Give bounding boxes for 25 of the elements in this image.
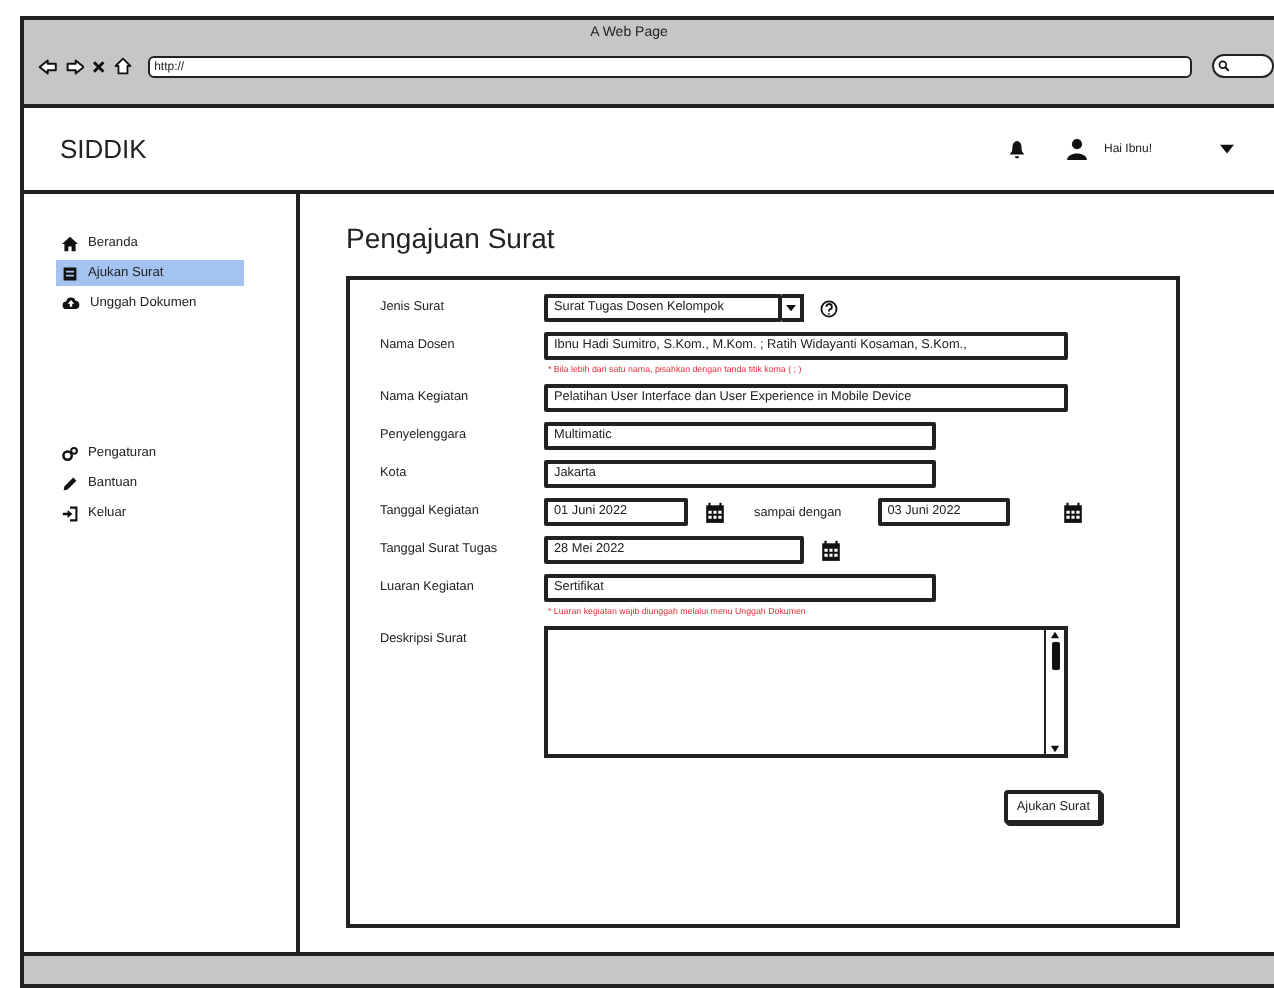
user-icon xyxy=(1065,138,1088,160)
search-field[interactable] xyxy=(1212,54,1274,78)
scrollbar[interactable] xyxy=(1044,630,1064,754)
page-title: Pengajuan Surat xyxy=(346,222,557,254)
calendar-icon xyxy=(704,501,726,523)
cloud-upload-icon xyxy=(62,296,80,310)
sign-in-icon xyxy=(62,505,78,521)
calendar-icon xyxy=(1061,501,1084,523)
caret-icon xyxy=(1220,144,1234,154)
brand-name: SIDDIK xyxy=(60,134,149,164)
back-icon xyxy=(38,55,58,77)
home-icon xyxy=(114,54,133,78)
scroll-down-icon xyxy=(1050,744,1060,754)
archive-icon xyxy=(62,265,78,281)
pencil-icon xyxy=(62,475,78,491)
search-icon xyxy=(1218,60,1231,72)
caret-icon xyxy=(786,304,796,312)
calendar-icon xyxy=(820,539,842,561)
close-icon xyxy=(92,57,107,75)
bell-icon xyxy=(1007,139,1026,159)
text-area[interactable] xyxy=(544,626,1068,758)
gears-icon xyxy=(62,445,78,461)
help-icon xyxy=(820,299,838,317)
forward-icon xyxy=(65,55,85,77)
home-icon xyxy=(62,235,78,251)
